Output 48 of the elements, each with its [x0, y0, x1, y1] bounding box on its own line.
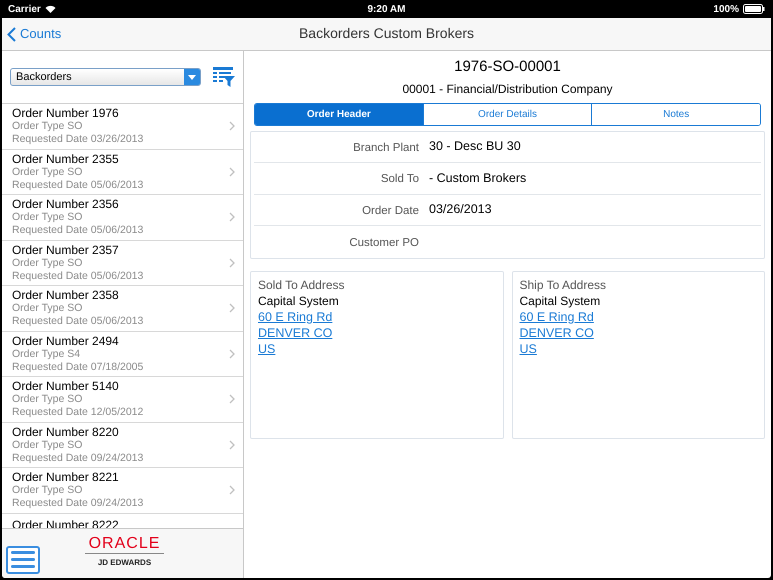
address-link[interactable]: 60 E Ring Rd [258, 308, 332, 324]
battery-icon [742, 4, 765, 14]
address-link[interactable]: DENVER CO [520, 324, 594, 340]
page-title: Backorders Custom Brokers [298, 25, 474, 41]
field-label: Sold To [380, 173, 419, 186]
chevron-right-icon [229, 212, 235, 222]
back-chevron-icon [7, 26, 16, 42]
tab[interactable]: Notes [591, 104, 760, 124]
tab[interactable]: Order Header [255, 104, 423, 124]
chevron-right-icon [229, 121, 235, 132]
order-list-item[interactable]: Order Number 2494 Order Type S4 Requested Date 07/18/2005 [2, 332, 243, 377]
product-name: JD EDWARDS [98, 557, 152, 569]
clock-time: 9:20 AM [368, 2, 406, 16]
address-heading: Sold To Address [258, 276, 345, 292]
address-link[interactable]: 60 E Ring Rd [520, 308, 594, 324]
field-label: Branch Plant [353, 142, 419, 154]
back-button[interactable]: Counts [2, 24, 62, 44]
filter-dropdown[interactable]: Backorders [10, 68, 201, 86]
address-link[interactable]: DENVER CO [258, 324, 332, 340]
chevron-right-icon [229, 440, 235, 450]
field-value: 03/26/2013 [429, 201, 492, 218]
chevron-right-icon [229, 258, 235, 268]
address-heading: Ship To Address [520, 276, 606, 292]
dropdown-caret-icon [188, 74, 196, 80]
filter-list-icon[interactable] [213, 66, 235, 88]
field-value: 30 - Desc BU 30 [429, 138, 521, 156]
address-link[interactable]: US [258, 340, 276, 356]
address-name: Capital System [258, 292, 339, 308]
chevron-right-icon [229, 394, 235, 404]
order-list-item[interactable]: Order Number 8220 Order Type SO Requested Date 09/24/2013 [2, 422, 243, 468]
order-id: 1976-SO-00001 [454, 57, 561, 77]
address-name: Capital System [520, 292, 600, 308]
brand-logo-text: ORACLE [84, 535, 164, 554]
field-label: Order Date [362, 204, 419, 217]
company-name: 00001 - Financial/Distribution Company [402, 80, 613, 98]
wifi-icon [44, 5, 56, 13]
chevron-right-icon [229, 166, 235, 177]
chevron-right-icon [229, 485, 235, 496]
menu-button[interactable] [6, 546, 40, 574]
battery-percent: 100% [713, 2, 739, 16]
chevron-right-icon [229, 303, 235, 314]
field-label: Customer PO [349, 236, 419, 249]
address-link[interactable]: US [520, 340, 537, 356]
field-value: - Custom Brokers [429, 170, 526, 187]
carrier-label: Carrier [8, 2, 41, 16]
chevron-right-icon [229, 348, 235, 359]
order-list-item[interactable]: Order Number 2357 Order Type SO Requested Date 05/06/2013 [2, 240, 243, 286]
order-list-item[interactable]: Order Number 2355 Order Type SO Requested Date 05/06/2013 [2, 150, 243, 195]
